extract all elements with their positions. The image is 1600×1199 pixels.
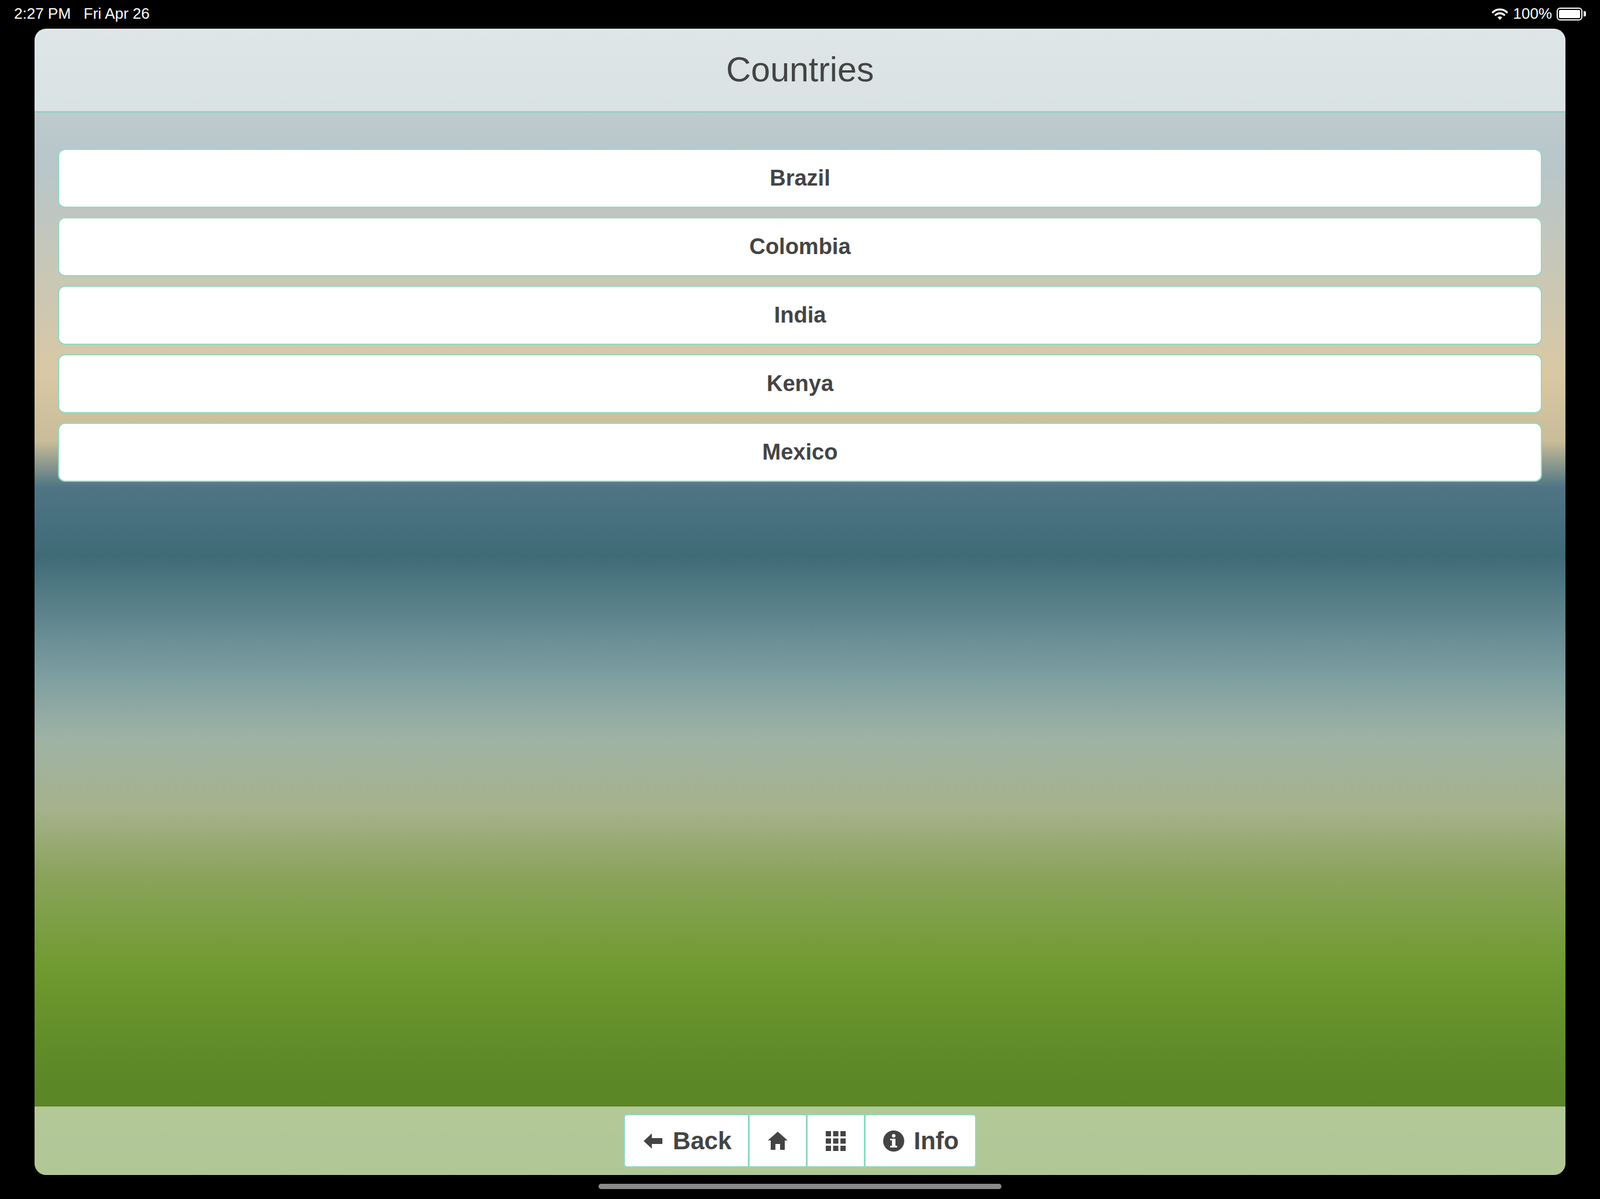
status-date: Fri Apr 26 xyxy=(83,2,150,26)
country-label: Colombia xyxy=(749,230,851,264)
country-label: Brazil xyxy=(769,161,830,196)
back-button[interactable]: Back xyxy=(623,1114,750,1168)
country-button[interactable]: Brazil xyxy=(57,148,1543,208)
battery-icon xyxy=(1556,7,1586,21)
grid-icon xyxy=(824,1129,848,1154)
bottom-toolbar: Back Info xyxy=(34,1106,1566,1176)
battery-percent: 100% xyxy=(1513,2,1553,26)
wifi-icon xyxy=(1491,7,1509,22)
apps-button[interactable] xyxy=(806,1114,866,1168)
country-button[interactable]: Mexico xyxy=(57,422,1543,482)
home-icon xyxy=(766,1129,790,1154)
country-button[interactable]: India xyxy=(57,285,1543,345)
toolbar-group: Back Info xyxy=(623,1114,977,1168)
header: Countries xyxy=(34,28,1566,113)
button-label: Back xyxy=(672,1122,732,1160)
info-button[interactable]: Info xyxy=(864,1114,977,1168)
country-button[interactable]: Kenya xyxy=(57,354,1543,414)
home-indicator[interactable] xyxy=(598,1184,1002,1190)
battery-track xyxy=(1556,7,1583,21)
status-bar: 2:27 PM Fri Apr 26 100% xyxy=(0,0,1600,28)
country-button[interactable]: Colombia xyxy=(57,217,1543,277)
page-title: Countries xyxy=(726,49,875,91)
country-list: Brazil Colombia India Kenya Mexico xyxy=(34,112,1566,1107)
status-time: 2:27 PM xyxy=(14,2,71,26)
app-frame: Countries Brazil Colombia India Kenya Mexico… xyxy=(34,28,1566,1176)
country-label: India xyxy=(774,298,827,333)
home-button[interactable] xyxy=(748,1114,808,1168)
country-label: Kenya xyxy=(766,367,834,401)
button-label: Info xyxy=(913,1122,959,1160)
battery-fill xyxy=(1559,9,1581,19)
arrow-left-icon xyxy=(641,1129,665,1154)
info-icon xyxy=(881,1129,906,1154)
country-label: Mexico xyxy=(762,435,839,470)
